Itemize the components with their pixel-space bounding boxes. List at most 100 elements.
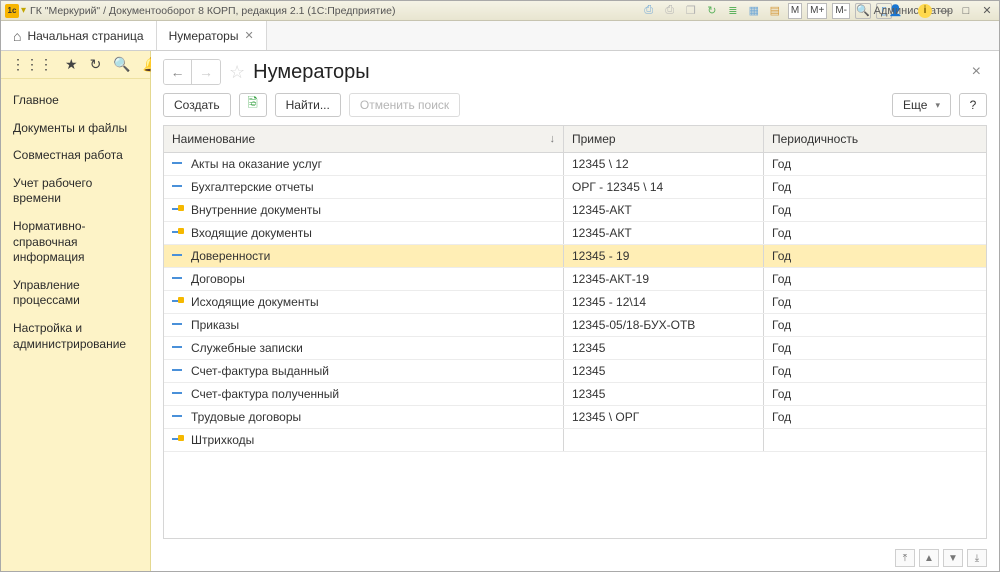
info-icon[interactable]: i (918, 4, 932, 18)
nav-documents[interactable]: Документы и файлы (1, 115, 150, 143)
pager-first-button[interactable]: ⤒ (895, 549, 915, 567)
sidebar-toolbar: ⋮⋮⋮ ★ ↻ 🔍 🔔 (1, 51, 150, 79)
create-button[interactable]: Создать (163, 93, 231, 117)
table-row[interactable]: Счет-фактура полученный12345Год (164, 383, 986, 406)
pager-last-button[interactable]: ⤓ (967, 549, 987, 567)
zoom-icon[interactable]: 🔍 (855, 3, 871, 19)
app-icon: 1c (5, 4, 19, 18)
pager-up-button[interactable]: ▲ (919, 549, 939, 567)
row-name: Доверенности (191, 249, 270, 263)
table-row[interactable]: Доверенности12345 - 19Год (164, 245, 986, 268)
m-button[interactable]: M (788, 3, 802, 19)
main-panel: ← → ☆ Нумераторы × Создать 🗟 Найти... От… (151, 51, 999, 571)
copy-create-button[interactable]: 🗟 (239, 93, 267, 117)
history-icon[interactable]: ↻ (90, 56, 102, 73)
tab-home[interactable]: ⌂ Начальная страница (1, 21, 157, 50)
row-doc-icon (172, 343, 185, 353)
row-period: Год (772, 318, 791, 332)
find-button[interactable]: Найти... (275, 93, 341, 117)
compare-icon[interactable]: ≣ (725, 3, 741, 19)
table-header: Наименование ↓ Пример Периодичность (164, 126, 986, 153)
copy-plus-icon: 🗟 (247, 94, 257, 116)
col-header-period[interactable]: Периодичность (764, 126, 986, 152)
cancel-search-button: Отменить поиск (349, 93, 460, 117)
favorite-icon[interactable]: ★ (65, 56, 78, 73)
window-title: ГК "Меркурий" / Документооборот 8 КОРП, … (30, 5, 395, 17)
calendar-icon[interactable]: ▦ (746, 3, 762, 19)
nav-main[interactable]: Главное (1, 87, 150, 115)
table-row[interactable]: Штрихкоды (164, 429, 986, 452)
row-example: 12345 (572, 341, 605, 355)
search-icon[interactable]: 🔍 (113, 56, 130, 73)
apps-icon[interactable]: ⋮⋮⋮ (11, 56, 53, 73)
nav-timesheet[interactable]: Учет рабочего времени (1, 170, 150, 213)
row-period: Год (772, 249, 791, 263)
row-doc-icon (172, 251, 185, 261)
user-badge[interactable]: 👤 Администратор (897, 3, 913, 19)
page-close-button[interactable]: × (966, 63, 987, 81)
row-doc-icon (172, 297, 185, 307)
copy-icon[interactable]: ❐ (683, 3, 699, 19)
row-name: Трудовые договоры (191, 410, 301, 424)
row-doc-icon (172, 159, 185, 169)
maximize-button[interactable]: □ (958, 3, 974, 19)
table-row[interactable]: Входящие документы12345-АКТГод (164, 222, 986, 245)
row-period: Год (772, 295, 791, 309)
minimize-button[interactable]: — (937, 3, 953, 19)
table-row[interactable]: Служебные записки12345Год (164, 337, 986, 360)
titlebar-tools: ⎙ ⎙ ❐ ↻ ≣ ▦ ▤ M M+ M- 🔍 ▯ 👤 Администрато… (641, 3, 995, 19)
row-example: ОРГ - 12345 \ 14 (572, 180, 663, 194)
nav-reference[interactable]: Нормативно-справочная информация (1, 213, 150, 272)
more-button[interactable]: Еще▾ (892, 93, 951, 117)
row-example: 12345 \ 12 (572, 157, 629, 171)
tab-numerators[interactable]: Нумераторы ✕ (157, 21, 267, 50)
row-period: Год (772, 180, 791, 194)
refresh-icon[interactable]: ↻ (704, 3, 720, 19)
close-button[interactable]: ✕ (979, 3, 995, 19)
table-row[interactable]: Внутренние документы12345-АКТГод (164, 199, 986, 222)
print-preview-icon[interactable]: ⎙ (641, 3, 657, 19)
col-name-label: Наименование (172, 132, 255, 146)
table-row[interactable]: Исходящие документы12345 - 12\14Год (164, 291, 986, 314)
app-menu-dropdown[interactable]: ▾ (21, 5, 26, 16)
row-name: Акты на оказание услуг (191, 157, 322, 171)
back-button[interactable]: ← (164, 60, 192, 84)
nav-administration[interactable]: Настройка и администрирование (1, 315, 150, 358)
table-row[interactable]: Акты на оказание услуг12345 \ 12Год (164, 153, 986, 176)
row-name: Договоры (191, 272, 245, 286)
table-row[interactable]: Счет-фактура выданный12345Год (164, 360, 986, 383)
table-pager: ⤒ ▲ ▼ ⤓ (151, 547, 999, 571)
page-header: ← → ☆ Нумераторы × (151, 51, 999, 89)
nav-collaboration[interactable]: Совместная работа (1, 142, 150, 170)
table-row[interactable]: Договоры12345-АКТ-19Год (164, 268, 986, 291)
row-name: Штрихкоды (191, 433, 254, 447)
tab-current-label: Нумераторы (169, 29, 239, 43)
row-example: 12345 (572, 387, 605, 401)
history-nav: ← → (163, 59, 221, 85)
table-row[interactable]: Трудовые договоры12345 \ ОРГГод (164, 406, 986, 429)
tab-close-icon[interactable]: ✕ (244, 29, 253, 42)
favorite-star-icon[interactable]: ☆ (229, 62, 245, 83)
nav-processes[interactable]: Управление процессами (1, 272, 150, 315)
help-button[interactable]: ? (959, 93, 987, 117)
row-period: Год (772, 226, 791, 240)
print-icon[interactable]: ⎙ (662, 3, 678, 19)
table-row[interactable]: Бухгалтерские отчетыОРГ - 12345 \ 14Год (164, 176, 986, 199)
row-doc-icon (172, 205, 185, 215)
row-example: 12345-АКТ (572, 226, 632, 240)
row-doc-icon (172, 228, 185, 238)
page-title: Нумераторы (253, 61, 369, 84)
pager-down-button[interactable]: ▼ (943, 549, 963, 567)
col-header-example[interactable]: Пример (564, 126, 764, 152)
forward-button[interactable]: → (192, 60, 220, 84)
row-name: Счет-фактура полученный (191, 387, 339, 401)
row-name: Приказы (191, 318, 239, 332)
m-minus-button[interactable]: M- (832, 3, 850, 19)
row-name: Счет-фактура выданный (191, 364, 329, 378)
col-header-name[interactable]: Наименование ↓ (164, 126, 564, 152)
m-plus-button[interactable]: M+ (807, 3, 827, 19)
tabstrip: ⌂ Начальная страница Нумераторы ✕ (1, 21, 999, 51)
table-row[interactable]: Приказы12345-05/18-БУХ-ОТВГод (164, 314, 986, 337)
calc-icon[interactable]: ▤ (767, 3, 783, 19)
row-example: 12345-АКТ-19 (572, 272, 649, 286)
